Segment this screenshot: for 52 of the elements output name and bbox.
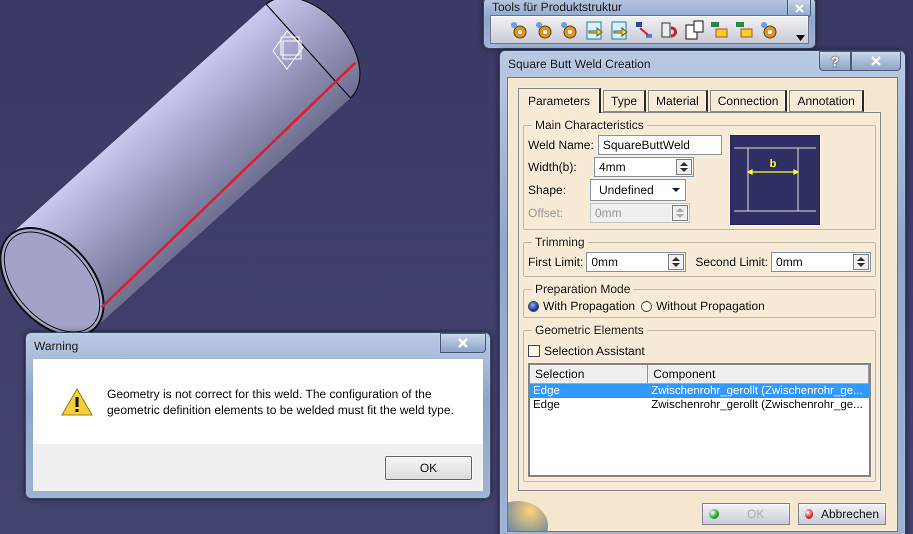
group-title: Main Characteristics: [532, 118, 647, 132]
spin-arrows-icon[interactable]: [668, 254, 684, 270]
tab[interactable]: Parameters: [518, 88, 602, 113]
window-title: Warning: [34, 339, 78, 353]
field-label: Shape:: [528, 183, 568, 197]
group-title: Geometric Elements: [532, 323, 647, 337]
gear-icon[interactable]: [759, 20, 779, 40]
field-label: Width(b):: [528, 160, 578, 174]
radio-option[interactable]: Without Propagation: [641, 299, 765, 313]
spin-arrows-icon[interactable]: [676, 159, 692, 175]
window-title: Square Butt Weld Creation: [508, 57, 651, 71]
warning-message: Geometry is not correct for this weld. The configuration of the geometric definition elements to be welded must fit the weld type.: [107, 386, 455, 418]
close-icon: [871, 56, 881, 66]
selection-assistant-checkbox[interactable]: Selection Assistant: [528, 344, 871, 358]
first-limit-field[interactable]: 0mm: [586, 252, 686, 272]
tab[interactable]: Type: [603, 90, 646, 112]
group-title: Trimming: [532, 235, 588, 249]
tab[interactable]: Annotation: [789, 90, 864, 112]
tab[interactable]: Connection: [710, 90, 788, 112]
second-limit-field[interactable]: 0mm: [771, 252, 871, 272]
spin-arrows-icon[interactable]: [852, 254, 869, 270]
dropdown-arrow-icon[interactable]: [796, 35, 805, 41]
table-cell-text: Zwischenrohr_gerollt (Zwischenrohr_ge...: [650, 398, 864, 412]
table-cell-text: Edge: [532, 384, 561, 398]
status-light-icon: [805, 509, 813, 519]
warning-icon: [61, 388, 93, 416]
field-label: Weld Name:: [528, 138, 594, 152]
weld-name-field[interactable]: SquareButtWeld: [598, 135, 722, 155]
group-title: Preparation Mode: [532, 282, 634, 296]
close-icon: [458, 338, 468, 348]
cancel-button[interactable]: Abbrechen: [798, 503, 886, 525]
gear-icon[interactable]: [509, 20, 529, 40]
connector-icon[interactable]: [634, 20, 654, 40]
shape-dropdown[interactable]: Undefined: [590, 179, 686, 201]
table-cell-text: Zwischenrohr_gerollt (Zwischenrohr_ge...: [650, 384, 864, 398]
width-field[interactable]: 4mm: [594, 157, 694, 177]
field-label: Offset:: [528, 206, 564, 220]
butt-weld-diagram: b: [730, 135, 820, 225]
table-cell-text: Edge: [532, 398, 561, 412]
field-label: First Limit:: [528, 255, 584, 269]
close-button[interactable]: [851, 51, 901, 71]
close-button[interactable]: [440, 333, 486, 353]
status-light-icon: [709, 509, 719, 519]
caret-icon: [672, 188, 680, 192]
field-label: Second Limit:: [695, 255, 768, 269]
radio-option[interactable]: With Propagation: [528, 299, 636, 313]
gear-icon[interactable]: [559, 20, 579, 40]
close-icon: [794, 4, 804, 12]
gear-icon[interactable]: [534, 20, 554, 40]
window-title: Tools für Produktstruktur: [492, 0, 622, 14]
tab[interactable]: Material: [648, 90, 708, 112]
ok-button[interactable]: OK: [385, 456, 472, 480]
